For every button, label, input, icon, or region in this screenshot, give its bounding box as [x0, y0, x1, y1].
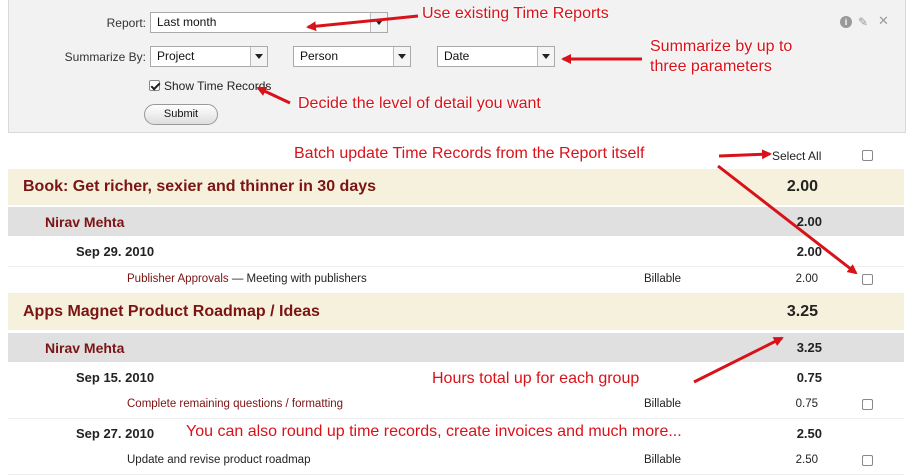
time-record-checkbox[interactable] — [862, 455, 873, 466]
date-total: 2.00 — [796, 244, 822, 259]
date-row: Sep 29. 2010 2.00 — [8, 237, 904, 267]
date-label: Sep 27. 2010 — [76, 426, 155, 441]
chevron-down-icon — [537, 47, 554, 66]
person-name: Nirav Mehta — [45, 340, 125, 356]
show-time-records-checkbox[interactable] — [149, 80, 160, 91]
time-record-task[interactable]: Publisher Approvals — [127, 273, 229, 285]
person-row: Nirav Mehta 2.00 — [8, 207, 904, 236]
time-record-row[interactable]: Complete remaining questions / formattin… — [8, 392, 904, 419]
time-record-row[interactable]: Publisher Approvals — Meeting with publi… — [8, 267, 904, 294]
submit-button[interactable]: Submit — [144, 104, 218, 125]
annotation-detail-level: Decide the level of detail you want — [298, 95, 541, 112]
time-record-text: Update and revise product roadmap — [127, 454, 310, 466]
person-total: 2.00 — [796, 214, 822, 229]
summarize-select-1-value: Project — [157, 49, 195, 63]
annotation-hours-total: Hours total up for each group — [432, 370, 640, 387]
project-title: Apps Magnet Product Roadmap / Ideas — [23, 303, 320, 320]
select-all-checkbox[interactable] — [862, 150, 873, 161]
time-record-hours: 2.50 — [795, 454, 818, 466]
billable-label: Billable — [644, 454, 682, 466]
close-icon[interactable]: ✕ — [878, 14, 890, 27]
time-record-checkbox[interactable] — [862, 274, 873, 285]
annotation-arrow — [718, 149, 772, 160]
chevron-down-icon — [250, 47, 267, 66]
date-label: Sep 29. 2010 — [76, 244, 155, 259]
person-name: Nirav Mehta — [45, 214, 125, 230]
report-select-value: Last month — [157, 15, 217, 29]
time-record-description: Meeting with publishers — [246, 273, 367, 285]
annotation-summarize-line2: three parameters — [650, 58, 772, 75]
billable-label: Billable — [644, 398, 682, 410]
info-icon[interactable]: i — [840, 16, 852, 28]
project-title: Book: Get richer, sexier and thinner in … — [23, 178, 377, 195]
report-select[interactable]: Last month — [150, 12, 388, 33]
time-record-hours: 0.75 — [795, 398, 818, 410]
time-record-task[interactable]: Complete remaining questions / formattin… — [127, 398, 343, 410]
chevron-down-icon — [370, 13, 387, 32]
summarize-select-2[interactable]: Person — [293, 46, 411, 67]
date-total: 2.50 — [796, 426, 822, 441]
annotation-existing-reports: Use existing Time Reports — [422, 5, 609, 22]
time-record-text: Complete remaining questions / formattin… — [127, 398, 343, 410]
summarize-select-2-value: Person — [300, 49, 339, 63]
summarize-select-3[interactable]: Date — [437, 46, 555, 67]
annotation-round-up: You can also round up time records, crea… — [186, 423, 682, 440]
project-total: 3.25 — [786, 303, 818, 320]
annotation-batch-update: Batch update Time Records from the Repor… — [294, 145, 645, 162]
edit-icon[interactable]: ✎ — [858, 16, 870, 28]
summarize-select-1[interactable]: Project — [150, 46, 268, 67]
project-row: Book: Get richer, sexier and thinner in … — [8, 169, 904, 205]
project-total: 2.00 — [786, 178, 818, 195]
project-row: Apps Magnet Product Roadmap / Ideas 3.25 — [8, 294, 904, 330]
select-all-label: Select All — [772, 149, 822, 163]
person-total: 3.25 — [796, 340, 822, 355]
annotation-summarize-line1: Summarize by up to — [650, 38, 793, 55]
time-record-hours: 2.00 — [795, 273, 818, 285]
report-label: Report: — [106, 16, 146, 30]
chevron-down-icon — [393, 47, 410, 66]
time-record-separator: — — [228, 273, 247, 285]
summarize-select-3-value: Date — [444, 49, 470, 63]
time-record-row[interactable]: Update and revise product roadmap Billab… — [8, 448, 904, 475]
time-record-text: Publisher Approvals — Meeting with publi… — [127, 273, 367, 285]
date-label: Sep 15. 2010 — [76, 370, 155, 385]
person-row: Nirav Mehta 3.25 — [8, 333, 904, 362]
time-record-checkbox[interactable] — [862, 399, 873, 410]
show-time-records-label: Show Time Records — [164, 79, 272, 93]
billable-label: Billable — [644, 273, 682, 285]
date-total: 0.75 — [796, 370, 822, 385]
summarize-label: Summarize By: — [64, 50, 146, 64]
time-record-description: Update and revise product roadmap — [127, 454, 311, 466]
